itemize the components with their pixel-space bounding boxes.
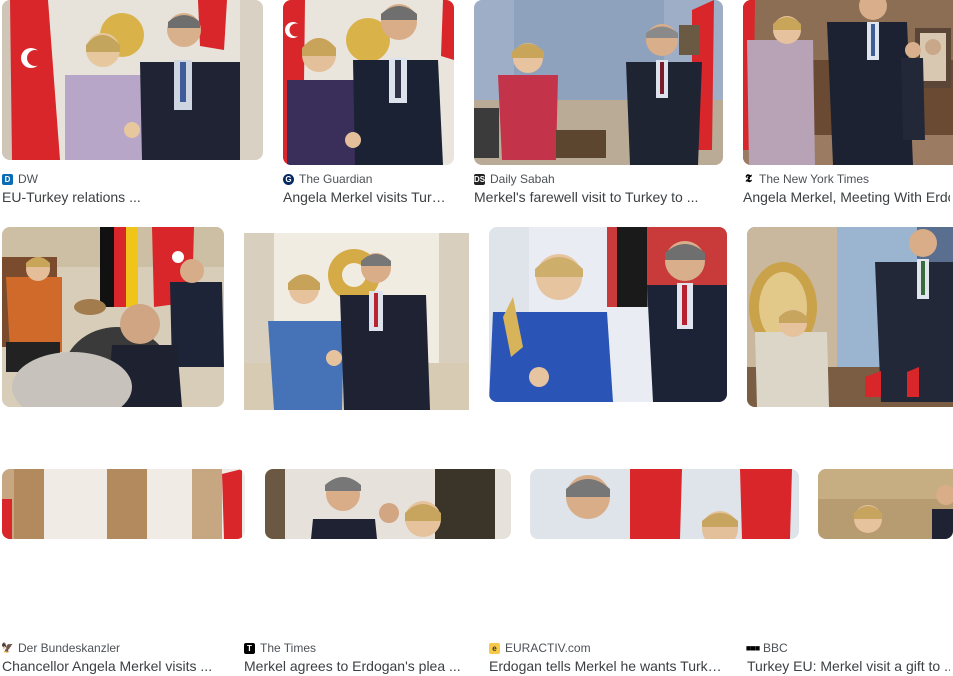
result-title[interactable]: Chancellor Angela Merkel visits ... bbox=[2, 656, 220, 676]
result-source: ■■■ BBC bbox=[745, 641, 788, 655]
result-source: T The Times bbox=[244, 640, 316, 656]
dw-favicon: D bbox=[2, 173, 13, 185]
result-source: 𝕿 The New York Times bbox=[743, 171, 869, 187]
result-card[interactable]: T The Times Merkel agrees to Erdogan's p… bbox=[244, 227, 470, 674]
result-card[interactable]: e EURACTIV.com Erdogan tells Merkel he w… bbox=[489, 227, 727, 674]
result-title[interactable]: Angela Merkel, Meeting With Erdogan ... bbox=[743, 187, 950, 207]
result-thumbnail[interactable] bbox=[2, 227, 224, 407]
result-title[interactable]: Turkey EU: Merkel visit a gift to ... bbox=[747, 656, 950, 676]
result-card[interactable]: 𝕿 The New York Times Angela Merkel, Meet… bbox=[743, 0, 953, 210]
dailysabah-favicon: DS bbox=[473, 173, 486, 185]
result-thumbnail[interactable] bbox=[2, 0, 263, 160]
result-title[interactable]: EU-Turkey relations ... bbox=[2, 187, 260, 207]
result-card[interactable] bbox=[530, 469, 799, 539]
bundeskanzler-favicon: 🦅 bbox=[1, 642, 14, 654]
bbc-favicon: ■■■ bbox=[745, 642, 760, 654]
result-title[interactable]: Merkel agrees to Erdogan's plea ... bbox=[244, 656, 466, 676]
result-card[interactable] bbox=[818, 469, 953, 539]
result-title[interactable]: Erdogan tells Merkel he wants Turkey ... bbox=[489, 656, 723, 676]
result-card[interactable] bbox=[265, 469, 511, 539]
thetimes-favicon: T bbox=[244, 642, 255, 654]
result-thumbnail[interactable] bbox=[474, 0, 723, 165]
result-title[interactable]: Angela Merkel visits Turkey ... bbox=[283, 187, 451, 207]
result-card[interactable]: DS Daily Sabah Merkel's farewell visit t… bbox=[474, 0, 723, 210]
result-title[interactable]: Merkel's farewell visit to Turkey to ... bbox=[474, 187, 720, 207]
result-card[interactable]: G The Guardian Angela Merkel visits Turk… bbox=[283, 0, 455, 210]
result-source: DS Daily Sabah bbox=[473, 172, 555, 186]
result-source: 🦅 Der Bundeskanzler bbox=[1, 641, 121, 655]
nyt-favicon: 𝕿 bbox=[743, 172, 754, 185]
result-source: G The Guardian bbox=[283, 171, 372, 187]
result-card[interactable]: D DW EU-Turkey relations ... bbox=[2, 0, 263, 210]
result-thumbnail[interactable] bbox=[244, 233, 469, 410]
result-card[interactable]: ■■■ BBC Turkey EU: Merkel visit a gift t… bbox=[746, 227, 953, 674]
result-thumbnail[interactable] bbox=[743, 0, 953, 165]
result-card[interactable]: 🦅 Der Bundeskanzler Chancellor Angela Me… bbox=[1, 227, 224, 674]
result-source: e EURACTIV.com bbox=[489, 640, 591, 656]
result-thumbnail[interactable] bbox=[747, 227, 953, 407]
result-card[interactable] bbox=[2, 469, 245, 539]
euractiv-favicon: e bbox=[489, 642, 500, 654]
result-thumbnail[interactable] bbox=[283, 0, 454, 165]
result-thumbnail[interactable] bbox=[489, 227, 727, 402]
guardian-favicon: G bbox=[283, 173, 294, 185]
result-source: D DW bbox=[2, 171, 38, 187]
